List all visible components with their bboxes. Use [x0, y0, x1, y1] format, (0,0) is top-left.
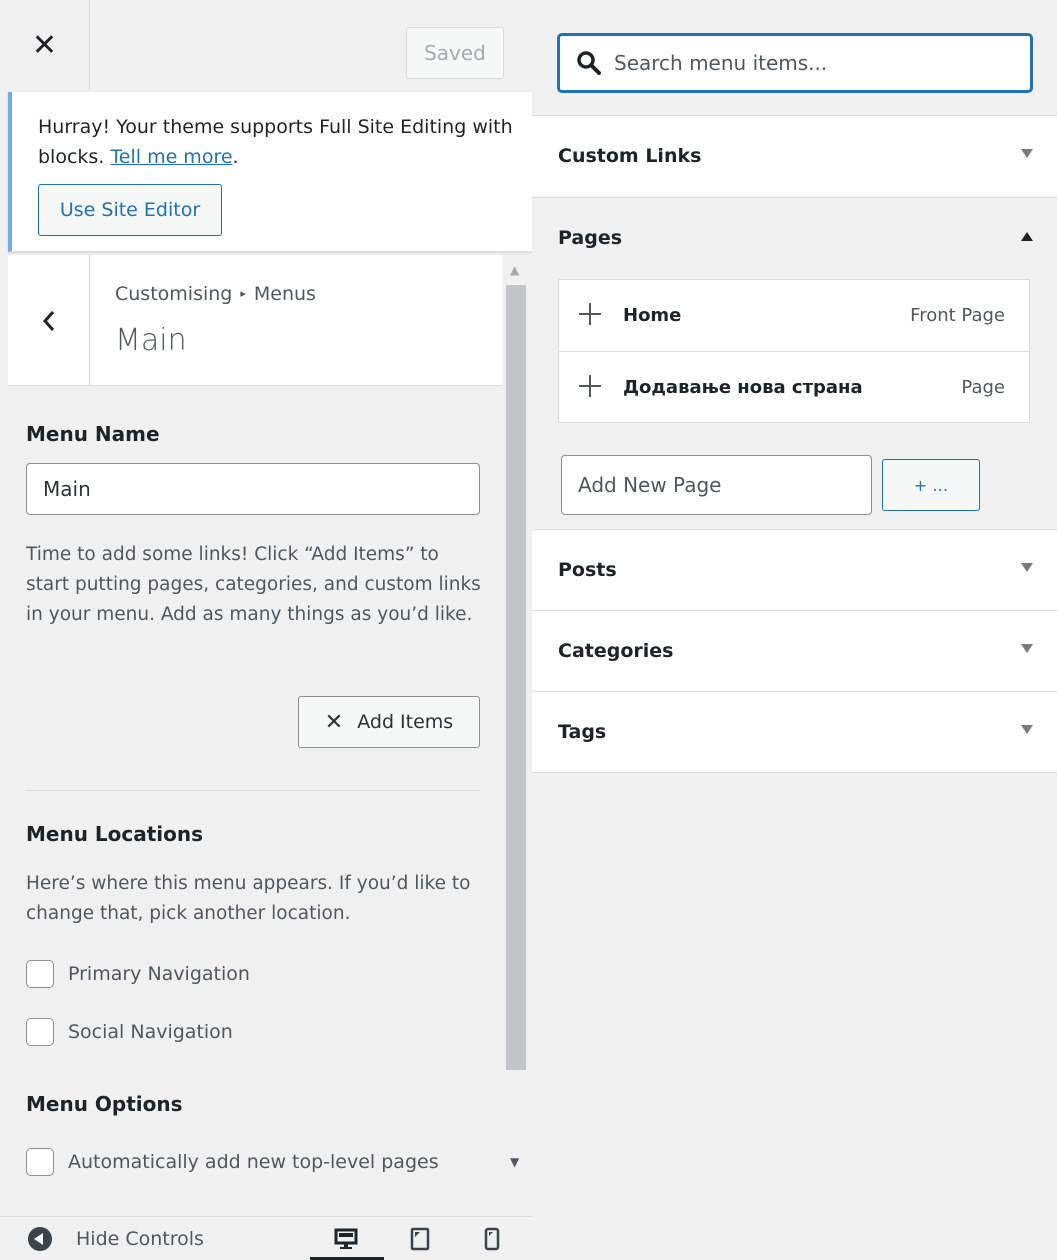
add-new-page-label: + …: [913, 475, 949, 495]
page-title: Додавање нова страна: [623, 377, 863, 398]
section-posts[interactable]: Posts: [532, 529, 1057, 610]
menu-help-text: Time to add some links! Click “Add Items…: [26, 544, 481, 625]
menu-options-label: Menu Options: [26, 1092, 183, 1116]
scroll-thumb[interactable]: [506, 285, 526, 1070]
hide-controls-button[interactable]: Hide Controls: [28, 1217, 204, 1260]
list-item[interactable]: Home Front Page: [559, 280, 1029, 351]
close-icon: ✕: [31, 27, 58, 63]
section-title: Posts: [558, 559, 617, 581]
menu-settings: Menu Name Time to add some links! Click …: [0, 386, 504, 1216]
saved-button[interactable]: Saved: [406, 27, 504, 79]
hide-controls-label: Hide Controls: [76, 1228, 204, 1250]
section-pages: Pages Home Front Page Додавање нова стра…: [532, 197, 1057, 529]
plus-icon: [579, 303, 601, 325]
checkbox-label: Primary Navigation: [68, 963, 250, 985]
available-menu-items: Search menu items... Custom Links Pages …: [532, 0, 1057, 1260]
tablet-preview-button[interactable]: [408, 1225, 432, 1253]
tell-me-more-link[interactable]: Tell me more: [110, 146, 232, 168]
mobile-icon: [484, 1227, 500, 1251]
breadcrumb: Customising ▸ Menus: [115, 283, 316, 305]
checkbox[interactable]: [26, 960, 54, 988]
page-title: Home: [623, 305, 682, 326]
back-button[interactable]: [8, 255, 90, 386]
section-title[interactable]: Pages: [558, 198, 622, 279]
search-icon: [577, 51, 601, 75]
collapse-icon: [28, 1227, 52, 1251]
new-page-input[interactable]: Add New Page: [561, 455, 872, 515]
menu-name-label: Menu Name: [26, 422, 160, 446]
chevron-down-icon: [1021, 149, 1033, 158]
tablet-icon: [410, 1227, 430, 1251]
menu-locations-label: Menu Locations: [26, 822, 204, 846]
chevron-up-icon[interactable]: [1021, 232, 1033, 241]
desktop-icon: [334, 1228, 358, 1249]
mobile-preview-button[interactable]: [480, 1225, 504, 1253]
breadcrumb-root: Customising: [115, 283, 233, 305]
desktop-preview-button[interactable]: [334, 1225, 358, 1253]
scroll-down-arrow-icon[interactable]: ▼: [510, 1155, 519, 1169]
option-auto-add-pages[interactable]: Automatically add new top-level pages: [26, 1148, 439, 1176]
scroll-up-arrow-icon[interactable]: ▲: [510, 263, 519, 277]
menu-locations-desc: Here’s where this menu appears. If you’d…: [26, 873, 471, 924]
location-primary-navigation[interactable]: Primary Navigation: [26, 960, 250, 988]
use-site-editor-button[interactable]: Use Site Editor: [38, 184, 222, 236]
location-social-navigation[interactable]: Social Navigation: [26, 1018, 233, 1046]
close-customizer-button[interactable]: ✕: [0, 0, 90, 90]
section-categories[interactable]: Categories: [532, 610, 1057, 691]
customizer-controls: ✕ Saved Hurray! Your theme supports Full…: [0, 0, 532, 1260]
breadcrumb-current: Menus: [253, 283, 316, 305]
checkbox[interactable]: [26, 1148, 54, 1176]
section-title: Categories: [558, 640, 674, 662]
page-type: Page: [961, 377, 1005, 398]
close-icon: ✕: [324, 709, 344, 735]
section-title: Main: [115, 323, 187, 358]
notice-text: Hurray! Your theme supports Full Site Ed…: [38, 112, 518, 172]
checkbox[interactable]: [26, 1018, 54, 1046]
search-menu-items[interactable]: Search menu items...: [558, 34, 1032, 92]
chevron-down-icon: [1021, 725, 1033, 734]
add-items-label: Add Items: [357, 711, 454, 733]
pages-list: Home Front Page Додавање нова страна Pag…: [558, 279, 1030, 423]
menu-name-input[interactable]: [26, 463, 480, 515]
panel-scrollbar[interactable]: ▲ ▼: [504, 255, 528, 1215]
breadcrumb-separator: ▸: [240, 287, 246, 300]
search-input[interactable]: Search menu items...: [614, 36, 827, 90]
section-title: Custom Links: [558, 145, 702, 167]
customizer-footer: Hide Controls: [0, 1216, 532, 1260]
section-title: Tags: [558, 721, 607, 743]
divider: [26, 790, 480, 791]
section-header: Customising ▸ Menus Main: [8, 255, 502, 386]
chevron-down-icon: [1021, 644, 1033, 653]
customizer-header: ✕ Saved: [0, 0, 532, 92]
plus-icon: [579, 375, 601, 397]
chevron-left-icon: [42, 310, 54, 331]
add-items-button[interactable]: ✕ Add Items: [298, 696, 480, 748]
page-type: Front Page: [910, 305, 1005, 326]
chevron-down-icon: [1021, 563, 1033, 572]
section-tags[interactable]: Tags: [532, 691, 1057, 773]
add-new-page-button[interactable]: + …: [882, 459, 980, 511]
list-item[interactable]: Додавање нова страна Page: [559, 351, 1029, 422]
section-custom-links[interactable]: Custom Links: [532, 115, 1057, 196]
checkbox-label: Automatically add new top-level pages: [68, 1151, 439, 1173]
checkbox-label: Social Navigation: [68, 1021, 233, 1043]
notice-period: .: [232, 146, 239, 168]
fse-notice: Hurray! Your theme supports Full Site Ed…: [8, 92, 532, 252]
